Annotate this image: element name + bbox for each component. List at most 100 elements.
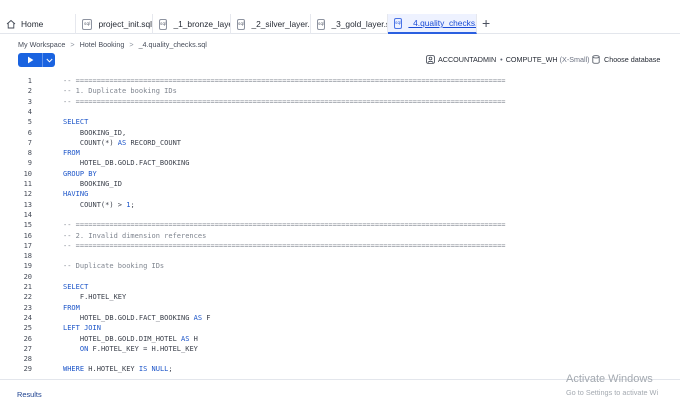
line-number: 4 (27, 107, 32, 116)
user-role-icon (426, 55, 435, 64)
code-line[interactable]: 23 FROM (0, 303, 680, 313)
tab-gold-layer[interactable]: sql _3_gold_layer.sql (311, 14, 388, 34)
code-line[interactable]: 24 HOTEL_DB.GOLD.FACT_BOOKING AS F (0, 313, 680, 323)
code-line[interactable]: 19 -- Duplicate booking IDs (0, 261, 680, 271)
sql-editor[interactable]: 1 -- ====================================… (0, 74, 680, 380)
line-number: 10 (23, 169, 32, 178)
tab-home[interactable]: Home (0, 14, 76, 34)
code-text: F.HOTEL_KEY (63, 292, 126, 302)
code-line[interactable]: 20 (0, 272, 680, 282)
code-text: ON F.HOTEL_KEY = H.HOTEL_KEY (63, 344, 198, 354)
code-line[interactable]: 2 -- 1. Duplicate booking IDs (0, 86, 680, 96)
context-selector[interactable]: ACCOUNTADMIN • COMPUTE_WH (X-Small) (426, 55, 590, 64)
code-line[interactable]: 18 (0, 251, 680, 261)
code-text: SELECT (63, 117, 88, 127)
sql-keyword: SELECT (63, 118, 89, 127)
sql-comment: -- Duplicate booking IDs (63, 262, 165, 271)
code-text: -- =====================================… (63, 97, 506, 107)
tab-quality-checks[interactable]: sql _4.quality_checks.sql (388, 14, 477, 34)
code-line[interactable]: 6 BOOKING_ID, (0, 128, 680, 138)
code-text: HAVING (63, 189, 88, 199)
line-number: 27 (23, 344, 32, 353)
code-line[interactable]: 28 (0, 354, 680, 364)
line-number: 22 (23, 293, 32, 302)
sql-token: BOOKING_ID, (63, 128, 127, 137)
warehouse-size: (X-Small) (559, 55, 590, 64)
breadcrumb-workspace[interactable]: My Workspace (18, 40, 65, 49)
sql-keyword: IS NULL (138, 365, 169, 374)
line-number: 20 (23, 272, 32, 281)
sql-comment: -- 1. Duplicate booking IDs (63, 87, 177, 96)
line-number: 13 (23, 200, 32, 209)
sql-file-icon: sql (82, 18, 93, 30)
code-line[interactable]: 26 HOTEL_DB.GOLD.DIM_HOTEL AS H (0, 334, 680, 344)
sql-keyword: GROUP BY (63, 169, 97, 178)
breadcrumb-file[interactable]: _4.quality_checks.sql (139, 40, 207, 49)
code-line[interactable]: 5 SELECT (0, 117, 680, 127)
tab-label: Home (21, 19, 44, 29)
run-options-dropdown[interactable] (42, 53, 55, 67)
code-line[interactable]: 7 COUNT(*) AS RECORD_COUNT (0, 138, 680, 148)
tab-bronze-layer[interactable]: sql _1_bronze_layer.sql (153, 14, 231, 34)
code-line[interactable]: 27 ON F.HOTEL_KEY = H.HOTEL_KEY (0, 344, 680, 354)
breadcrumb-separator: > (70, 40, 75, 49)
run-button-group (18, 53, 55, 67)
code-text: -- 2. Invalid dimension references (63, 231, 206, 241)
watermark-title: Activate Windows (566, 373, 653, 385)
code-line[interactable]: 16 -- 2. Invalid dimension references (0, 231, 680, 241)
code-text: -- =====================================… (63, 76, 506, 86)
code-text: HOTEL_DB.GOLD.FACT_BOOKING (63, 158, 190, 168)
tab-project-init[interactable]: sql project_init.sql (76, 14, 153, 34)
code-line[interactable]: 1 -- ====================================… (0, 76, 680, 86)
code-text: COUNT(*) > 1; (63, 200, 135, 210)
sql-token: H.HOTEL_KEY (84, 365, 139, 374)
sql-token: F (202, 313, 211, 322)
code-line[interactable]: 22 F.HOTEL_KEY (0, 292, 680, 302)
run-button[interactable] (18, 53, 42, 67)
line-number: 26 (23, 334, 32, 343)
results-tab[interactable]: Results (11, 386, 48, 402)
line-number: 14 (23, 210, 32, 219)
sql-comment: -- 2. Invalid dimension references (63, 231, 207, 240)
sql-token: H (189, 334, 198, 343)
warehouse-label: COMPUTE_WH (505, 55, 558, 64)
code-line[interactable]: 13 COUNT(*) > 1; (0, 200, 680, 210)
code-line[interactable]: 12 HAVING (0, 189, 680, 199)
code-line[interactable]: 25 LEFT JOIN (0, 323, 680, 333)
code-line[interactable]: 3 -- ====================================… (0, 97, 680, 107)
line-number: 19 (23, 262, 32, 271)
code-text: -- 1. Duplicate booking IDs (63, 86, 177, 96)
separator-dot: • (500, 55, 503, 64)
code-line[interactable]: 10 GROUP BY (0, 169, 680, 179)
code-line[interactable]: 9 HOTEL_DB.GOLD.FACT_BOOKING (0, 158, 680, 168)
line-number: 2 (27, 87, 32, 96)
code-line[interactable]: 11 BOOKING_ID (0, 179, 680, 189)
choose-database-label: Choose database (604, 55, 661, 64)
line-number: 11 (23, 180, 32, 188)
code-line[interactable]: 15 -- ===================================… (0, 220, 680, 230)
line-number: 16 (23, 231, 32, 240)
sql-file-icon: sql (159, 18, 168, 30)
code-line[interactable]: 21 SELECT (0, 282, 680, 292)
database-icon (592, 55, 600, 64)
activate-windows-watermark: Activate Windows Go to Settings to activ… (566, 373, 658, 398)
code-line[interactable]: 4 (0, 107, 680, 117)
sql-token: ; (130, 200, 135, 209)
add-tab-button[interactable]: + (482, 16, 490, 30)
tab-label: project_init.sql (98, 19, 152, 29)
sql-comment: -- =====================================… (63, 77, 506, 85)
tab-label: _1_bronze_layer.sql (173, 19, 230, 29)
code-line[interactable]: 17 -- ===================================… (0, 241, 680, 251)
code-text: WHERE H.HOTEL_KEY IS NULL; (63, 364, 173, 374)
tab-silver-layer[interactable]: sql _2_silver_layer.sql (231, 14, 311, 34)
choose-database-button[interactable]: Choose database (592, 55, 660, 64)
code-line[interactable]: 8 FROM (0, 148, 680, 158)
sql-token: ; (168, 365, 173, 374)
sql-comment: -- =====================================… (63, 241, 506, 250)
line-number: 17 (23, 241, 32, 250)
sql-keyword: FROM (63, 149, 80, 158)
sql-keyword: FROM (63, 303, 80, 312)
play-icon (27, 56, 33, 64)
breadcrumb-project[interactable]: Hotel Booking (80, 40, 125, 49)
code-line[interactable]: 14 (0, 210, 680, 220)
